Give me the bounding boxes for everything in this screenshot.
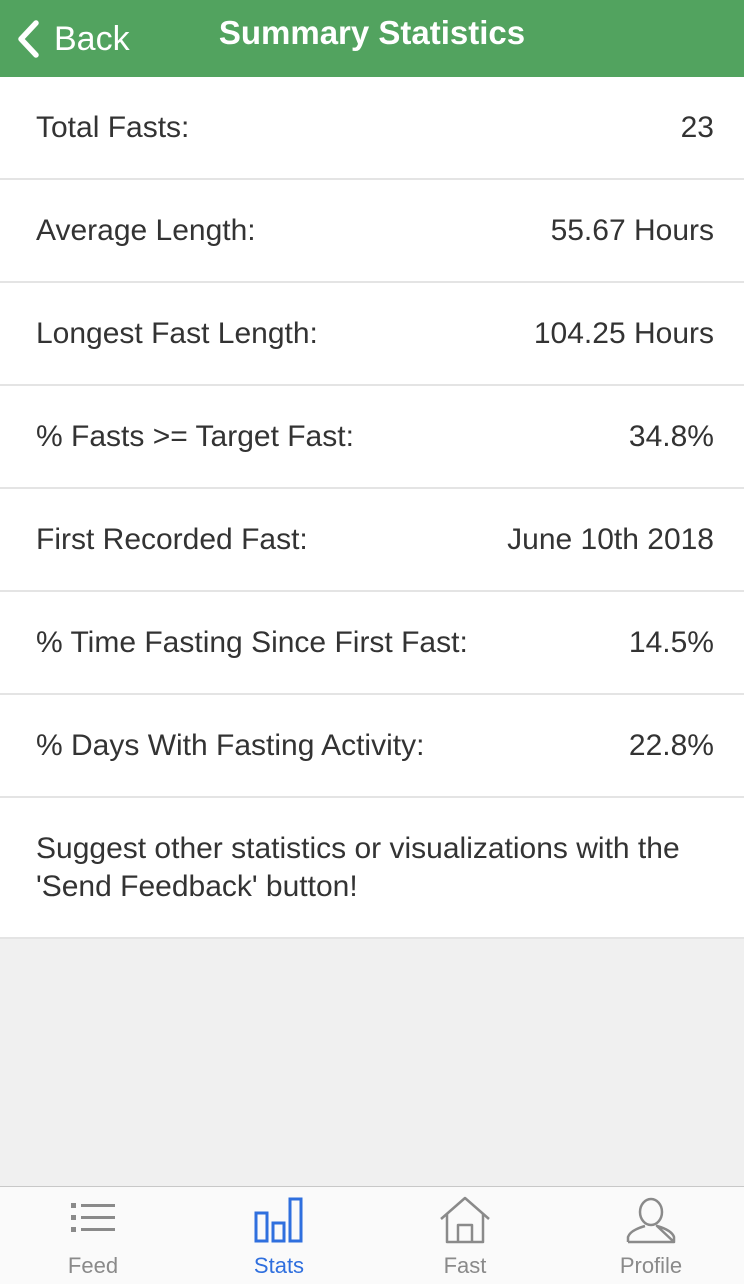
tab-label: Feed — [67, 1253, 119, 1278]
stat-row-average-length: Average Length: 55.67 Hours — [0, 180, 744, 283]
stat-value: 14.5% — [628, 625, 714, 659]
tab-label: Stats — [253, 1253, 305, 1278]
feedback-note: Suggest other statistics or visualizatio… — [0, 798, 744, 939]
stat-value: 22.8% — [628, 728, 714, 762]
stat-label: % Time Fasting Since First Fast: — [36, 625, 468, 659]
app-root: Back Summary Statistics Total Fasts: 23 … — [0, 0, 744, 1284]
stat-value: 104.25 Hours — [533, 316, 714, 350]
stat-row-target-percent: % Fasts >= Target Fast: 34.8% — [0, 386, 744, 489]
home-icon — [440, 1196, 490, 1244]
stat-label: Average Length: — [36, 213, 256, 247]
tab-label: Profile — [619, 1253, 683, 1278]
stat-value: June 10th 2018 — [507, 522, 714, 556]
stat-label: Longest Fast Length: — [36, 316, 318, 350]
stats-list: Total Fasts: 23 Average Length: 55.67 Ho… — [0, 77, 744, 939]
stat-label: % Days With Fasting Activity: — [36, 728, 425, 762]
stat-label: First Recorded Fast: — [36, 522, 308, 556]
stat-label: Total Fasts: — [36, 110, 190, 144]
stat-label: % Fasts >= Target Fast: — [36, 419, 354, 453]
stat-row-first-recorded: First Recorded Fast: June 10th 2018 — [0, 489, 744, 592]
stat-value: 23 — [680, 110, 714, 144]
stat-value: 34.8% — [628, 419, 714, 453]
list-icon — [71, 1203, 115, 1232]
tab-stats[interactable]: Stats — [186, 1187, 372, 1284]
tab-fast[interactable]: Fast — [372, 1187, 558, 1284]
stat-value: 55.67 Hours — [550, 213, 714, 247]
page-title: Summary Statistics — [218, 14, 526, 51]
nav-header: Back Summary Statistics — [0, 0, 744, 77]
stat-row-total-fasts: Total Fasts: 23 — [0, 77, 744, 180]
tab-bar: Feed Stats Fast Profile — [0, 1186, 744, 1284]
person-icon — [626, 1197, 676, 1244]
tab-profile[interactable]: Profile — [558, 1187, 744, 1284]
stat-row-longest-fast: Longest Fast Length: 104.25 Hours — [0, 283, 744, 386]
stat-row-days-activity: % Days With Fasting Activity: 22.8% — [0, 695, 744, 798]
stat-row-time-fasting: % Time Fasting Since First Fast: 14.5% — [0, 592, 744, 695]
bar-chart-icon — [254, 1197, 303, 1243]
tab-label: Fast — [443, 1253, 487, 1278]
tab-feed[interactable]: Feed — [0, 1187, 186, 1284]
